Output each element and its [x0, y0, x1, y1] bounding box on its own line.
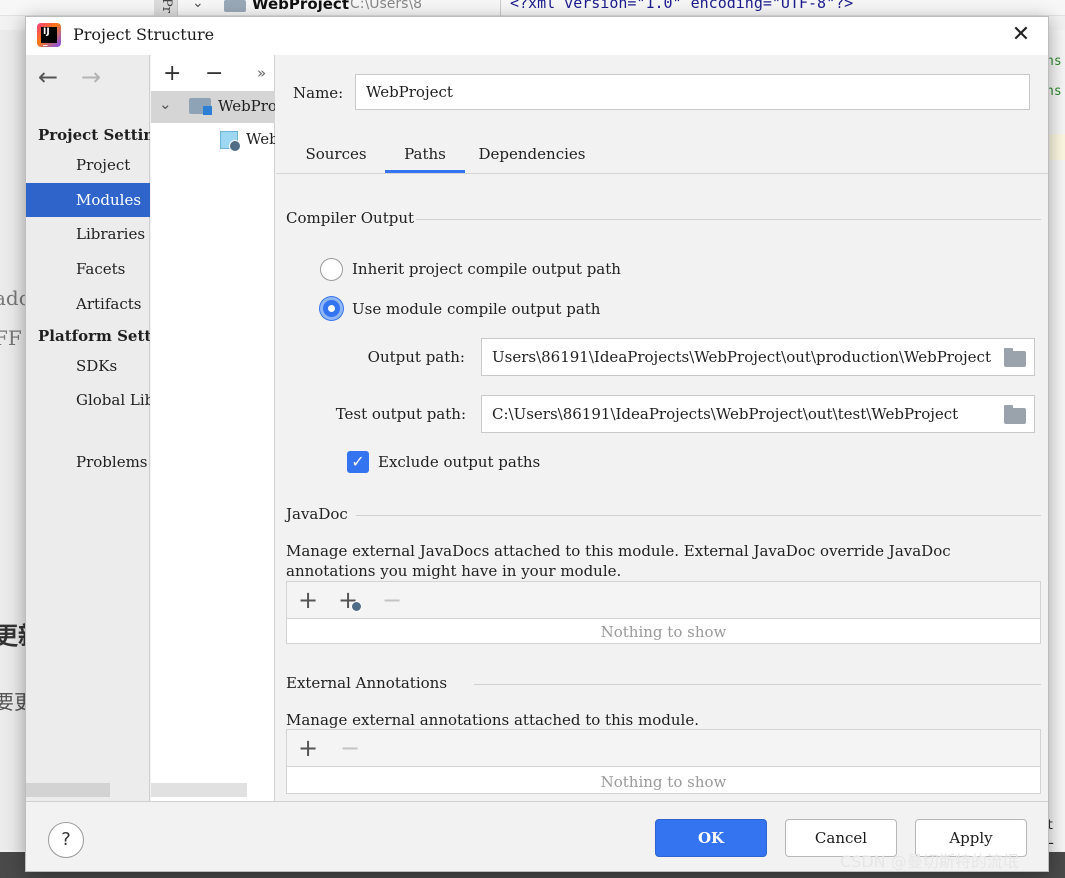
- empty-state-text: Nothing to show: [600, 623, 727, 641]
- watermark-text: CSDN @曼切斯特的流氓: [840, 852, 1019, 871]
- settings-nav: ← → Project Settings Project Modules Lib…: [26, 55, 150, 801]
- divider: [500, 0, 501, 16]
- nav-item-libraries[interactable]: Libraries: [26, 217, 150, 251]
- chevron-down-icon: ⌄: [192, 0, 204, 11]
- nav-item-artifacts[interactable]: Artifacts: [26, 287, 150, 321]
- ok-button[interactable]: OK: [655, 819, 767, 857]
- dialog-titlebar: IJ _ Project Structure ✕: [26, 17, 1048, 55]
- name-label: Name:: [293, 84, 344, 102]
- exclude-output-checkbox[interactable]: ✓: [347, 451, 369, 473]
- add-module-button[interactable]: +: [163, 61, 181, 86]
- module-name-input[interactable]: [355, 74, 1030, 110]
- tab-dependencies[interactable]: Dependencies: [477, 143, 587, 173]
- output-path-label: Output path:: [367, 348, 465, 366]
- folder-icon: [224, 0, 246, 12]
- project-settings-header: Project Settings: [38, 126, 150, 144]
- platform-settings-header: Platform Settings: [38, 327, 150, 345]
- inherit-output-label[interactable]: Inherit project compile output path: [352, 260, 621, 278]
- globe-icon: [351, 601, 362, 612]
- close-button[interactable]: ✕: [1006, 21, 1036, 51]
- help-button[interactable]: ?: [48, 822, 84, 858]
- module-tree-panel: + − » ⌄ WebProject Web: [151, 55, 275, 801]
- editor-highlight: [1049, 134, 1065, 160]
- nav-item-modules[interactable]: Modules: [26, 183, 150, 217]
- remove-icon[interactable]: −: [382, 586, 402, 614]
- module-output-label[interactable]: Use module compile output path: [352, 300, 600, 318]
- ide-left-panel: [0, 30, 25, 850]
- remove-icon[interactable]: −: [340, 734, 360, 762]
- javadoc-description: Manage external JavaDocs attached to thi…: [286, 542, 951, 580]
- tab-paths[interactable]: Paths: [385, 143, 465, 173]
- editor-xml-line: <?xml version="1.0" encoding="UTF-8"?>: [510, 0, 854, 12]
- tree-item-label[interactable]: Web: [246, 130, 275, 148]
- module-folder-icon: [189, 98, 212, 115]
- nav-item-problems[interactable]: Problems: [26, 445, 150, 479]
- compiler-output-title: Compiler Output: [286, 209, 415, 227]
- nav-scrollbar[interactable]: [26, 783, 110, 797]
- chevron-down-icon[interactable]: ⌄: [159, 95, 172, 113]
- module-output-radio[interactable]: [320, 297, 343, 320]
- add-icon[interactable]: +: [298, 734, 318, 762]
- javadoc-toolbar: + + −: [287, 582, 1040, 619]
- javadoc-list: + + − Nothing to show: [286, 581, 1041, 644]
- external-annotations-list: + − Nothing to show: [286, 729, 1041, 794]
- divider: [356, 515, 1041, 516]
- ide-left-fragment: FF: [0, 326, 22, 350]
- back-arrow-icon[interactable]: ←: [38, 63, 58, 91]
- exclude-output-label[interactable]: Exclude output paths: [378, 453, 540, 471]
- ide-project-path: C:\Users\8: [350, 0, 423, 12]
- more-actions-button[interactable]: »: [257, 64, 266, 82]
- nav-item-project[interactable]: Project: [26, 148, 150, 182]
- tree-item-label: WebProject: [218, 97, 275, 115]
- ide-project-name: WebProject: [252, 0, 349, 13]
- divider: [416, 219, 1041, 220]
- web-facet-icon: [220, 131, 241, 152]
- inherit-output-radio[interactable]: [320, 258, 343, 281]
- browse-folder-icon[interactable]: [1004, 405, 1026, 424]
- nav-item-global-libraries[interactable]: Global Libraries: [26, 383, 150, 417]
- external-annotations-description: Manage external annotations attached to …: [286, 711, 699, 729]
- add-icon[interactable]: +: [298, 586, 318, 614]
- module-settings-panel: Name: Sources Paths Dependencies Compile…: [276, 55, 1048, 801]
- divider: [474, 684, 1041, 685]
- dialog-title: Project Structure: [73, 25, 215, 44]
- tree-scrollbar[interactable]: [151, 783, 247, 797]
- forward-arrow-icon[interactable]: →: [81, 63, 101, 91]
- browse-folder-icon[interactable]: [1004, 348, 1026, 367]
- project-structure-dialog: IJ _ Project Structure ✕ ← → Project Sett…: [25, 16, 1049, 872]
- divider: [276, 173, 1048, 174]
- test-output-path-input[interactable]: C:\Users\86191\IdeaProjects\WebProject\o…: [481, 395, 1035, 433]
- nav-item-facets[interactable]: Facets: [26, 252, 150, 286]
- external-annotations-title: External Annotations: [286, 674, 448, 692]
- test-output-path-label: Test output path:: [335, 405, 466, 423]
- tab-sources[interactable]: Sources: [299, 143, 373, 173]
- intellij-logo-icon: IJ _: [37, 23, 61, 47]
- annotations-toolbar: + −: [287, 730, 1040, 767]
- ide-project-tab-label: Pr: [159, 0, 174, 13]
- output-path-input[interactable]: Users\86191\IdeaProjects\WebProject\out\…: [481, 338, 1035, 376]
- empty-state-text: Nothing to show: [600, 773, 727, 791]
- nav-item-sdks[interactable]: SDKs: [26, 349, 150, 383]
- javadoc-title: JavaDoc: [286, 505, 348, 523]
- remove-module-button[interactable]: −: [205, 61, 223, 86]
